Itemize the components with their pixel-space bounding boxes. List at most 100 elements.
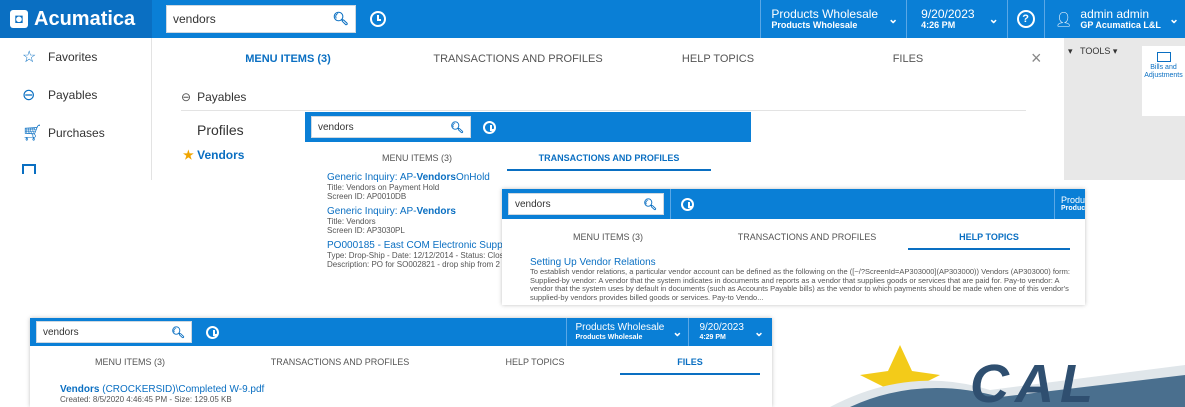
group-label: Payables	[197, 90, 247, 104]
chevron-down-icon: ⌄	[888, 11, 899, 26]
search-input-2[interactable]: vendors 🔍︎	[311, 116, 471, 138]
tenant-name: Products Wholesale	[771, 6, 879, 21]
cart-icon: 🛒︎	[22, 125, 43, 142]
top-bar-4: vendors 🔍︎ Products Wholesale Products Wh…	[30, 318, 772, 346]
recent-history-icon[interactable]	[206, 325, 219, 339]
result-item[interactable]: Generic Inquiry: AP-Vendors Title: Vendo…	[327, 206, 502, 235]
recent-history-icon[interactable]	[370, 11, 386, 27]
search-value: vendors	[515, 198, 551, 210]
tab-transactions[interactable]: TRANSACTIONS AND PROFILES	[507, 146, 711, 171]
result-line: Screen ID: AP0010DB	[327, 192, 407, 201]
file-meta: Created: 8/5/2020 4:46:45 PM - Size: 129…	[60, 395, 232, 404]
tenant-sub: Products Wholesale	[771, 19, 858, 30]
sidebar-item-favorites[interactable]: ☆ Favorites	[0, 38, 151, 76]
result-title: Generic Inquiry: AP-VendorsOnHold	[327, 172, 502, 183]
tab-menu-items[interactable]: MENU ITEMS (3)	[327, 146, 507, 171]
sidebar-item-payables[interactable]: ⊖ Payables	[0, 76, 151, 114]
search-tabs: MENU ITEMS (3) TRANSACTIONS AND PROFILES…	[153, 46, 993, 71]
tab-help-topics[interactable]: HELP TOPICS	[450, 350, 620, 375]
tab-menu-items[interactable]: MENU ITEMS (3)	[510, 225, 706, 250]
chevron-down-icon: ⌄	[988, 11, 999, 26]
tab-transactions[interactable]: TRANSACTIONS AND PROFILES	[423, 46, 613, 71]
search-tabs-4: MENU ITEMS (3) TRANSACTIONS AND PROFILES…	[30, 350, 760, 375]
tab-transactions[interactable]: TRANSACTIONS AND PROFILES	[230, 350, 450, 375]
business-date: 9/20/2023	[699, 322, 744, 334]
chevron-down-icon: ⌄	[672, 324, 683, 339]
search-input-4[interactable]: vendors 🔍︎	[36, 321, 192, 343]
cal-logo-text: CAL	[970, 354, 1099, 407]
top-bar-3: vendors 🔍︎ Produc Product	[502, 189, 1085, 219]
result-item[interactable]: Generic Inquiry: AP-VendorsOnHold Title:…	[327, 172, 502, 201]
user-name: admin admin	[1080, 6, 1150, 21]
file-title-bold: Vendors	[60, 384, 100, 395]
screen-2-results: Generic Inquiry: AP-VendorsOnHold Title:…	[327, 172, 502, 280]
top-bar-2: vendors 🔍︎	[305, 112, 751, 142]
user-menu[interactable]: 👤︎ admin admin GP Acumatica L&L ⌄	[1045, 8, 1185, 30]
tab-help-topics[interactable]: HELP TOPICS	[908, 225, 1070, 250]
tenant-selector[interactable]: Products Wholesale Products Wholesale ⌄	[761, 8, 906, 30]
recent-history-icon[interactable]	[483, 120, 496, 134]
file-title-rest: (CROCKERSID)\Completed W-9.pdf	[99, 384, 265, 395]
title-bold: Vendors	[416, 206, 456, 217]
title-pre: Generic Inquiry: AP-	[327, 206, 417, 217]
folder-icon	[1156, 52, 1171, 62]
close-icon[interactable]: ×	[1031, 48, 1042, 69]
search-input-3[interactable]: vendors 🔍︎	[508, 193, 664, 215]
tenant-selector[interactable]: Produc Product	[1055, 196, 1085, 213]
help-icon[interactable]: ?	[1008, 10, 1044, 28]
date-selector[interactable]: 9/20/2023 4:26 PM ⌄	[907, 8, 1006, 30]
result-item[interactable]: PO000185 - East COM Electronic Supplie T…	[327, 240, 502, 269]
minus-circle-icon: ⊖	[22, 87, 36, 104]
sidebar: ☆ Favorites ⊖ Payables 🛒︎ Purchases	[0, 38, 152, 180]
search-value: vendors	[318, 121, 354, 133]
search-input[interactable]: vendors 🔍︎	[166, 5, 356, 33]
tab-menu-items[interactable]: MENU ITEMS (3)	[30, 350, 230, 375]
search-icon[interactable]: 🔍︎	[171, 326, 185, 339]
tab-files[interactable]: FILES	[620, 350, 760, 375]
title-post: OnHold	[455, 172, 490, 183]
result-line: Screen ID: AP3030PL	[327, 226, 405, 235]
star-filled-icon: ★	[183, 148, 194, 162]
sidebar-item-label: Favorites	[48, 50, 98, 64]
logo-text: Acumatica	[34, 7, 136, 30]
tab-menu-items[interactable]: MENU ITEMS (3)	[153, 46, 423, 71]
background-toolbar: ▾ TOOLS ▾ Bills and Adjustments	[1064, 38, 1185, 180]
title-pre: PO000185 - East COM Electronic Supplie	[327, 240, 502, 251]
file-result[interactable]: Vendors (CROCKERSID)\Completed W-9.pdf C…	[60, 384, 264, 404]
tenant-sub: Product	[1061, 205, 1085, 213]
result-title: PO000185 - East COM Electronic Supplie	[327, 240, 502, 251]
tab-transactions[interactable]: TRANSACTIONS AND PROFILES	[706, 225, 908, 250]
sidebar-item-purchases[interactable]: 🛒︎ Purchases	[0, 114, 151, 152]
group-payables[interactable]: ⊖ Payables	[181, 90, 1026, 111]
bills-label: Bills and Adjustments	[1144, 64, 1183, 79]
search-icon[interactable]: 🔍︎	[643, 198, 657, 211]
bills-button[interactable]: Bills and Adjustments	[1142, 46, 1185, 116]
app-logo[interactable]: ◘ Acumatica	[0, 0, 152, 38]
screen-3: vendors 🔍︎ Produc Product MENU ITEMS (3)…	[502, 189, 1085, 305]
result-line: Type: Drop-Ship - Date: 12/12/2014 - Sta…	[327, 251, 502, 260]
tools-menu[interactable]: ▾ TOOLS ▾	[1068, 46, 1117, 57]
favorite-vendors-link[interactable]: ★ Vendors	[183, 148, 244, 162]
tools-label: TOOLS	[1080, 46, 1111, 56]
recent-history-icon[interactable]	[681, 197, 694, 211]
tenant-sub: Products Wholesale	[575, 333, 643, 341]
result-title: Generic Inquiry: AP-Vendors	[327, 206, 502, 217]
user-company: GP Acumatica L&L	[1080, 19, 1161, 30]
user-icon: 👤︎	[1054, 10, 1073, 27]
search-tabs-3: MENU ITEMS (3) TRANSACTIONS AND PROFILES…	[510, 225, 1070, 250]
title-pre: Generic Inquiry: AP-	[327, 172, 417, 183]
search-icon[interactable]: 🔍︎	[332, 11, 349, 27]
result-line: Title: Vendors	[327, 217, 376, 226]
tab-files[interactable]: FILES	[823, 46, 993, 71]
sidebar-item-label: Purchases	[48, 126, 105, 140]
search-tabs-2: MENU ITEMS (3) TRANSACTIONS AND PROFILES	[327, 146, 711, 171]
tenant-selector[interactable]: Products Wholesale Products Wholesale ⌄	[567, 323, 688, 341]
cal-logo: CAL	[790, 335, 1185, 407]
business-time: 4:26 PM	[921, 19, 956, 30]
search-icon[interactable]: 🔍︎	[450, 121, 464, 134]
divider	[670, 189, 671, 219]
vendors-link-label: Vendors	[197, 148, 245, 162]
tab-help-topics[interactable]: HELP TOPICS	[613, 46, 823, 71]
help-topic-result[interactable]: Setting Up Vendor Relations To establish…	[530, 257, 1076, 302]
date-selector[interactable]: 9/20/2023 4:29 PM ⌄	[689, 323, 772, 341]
